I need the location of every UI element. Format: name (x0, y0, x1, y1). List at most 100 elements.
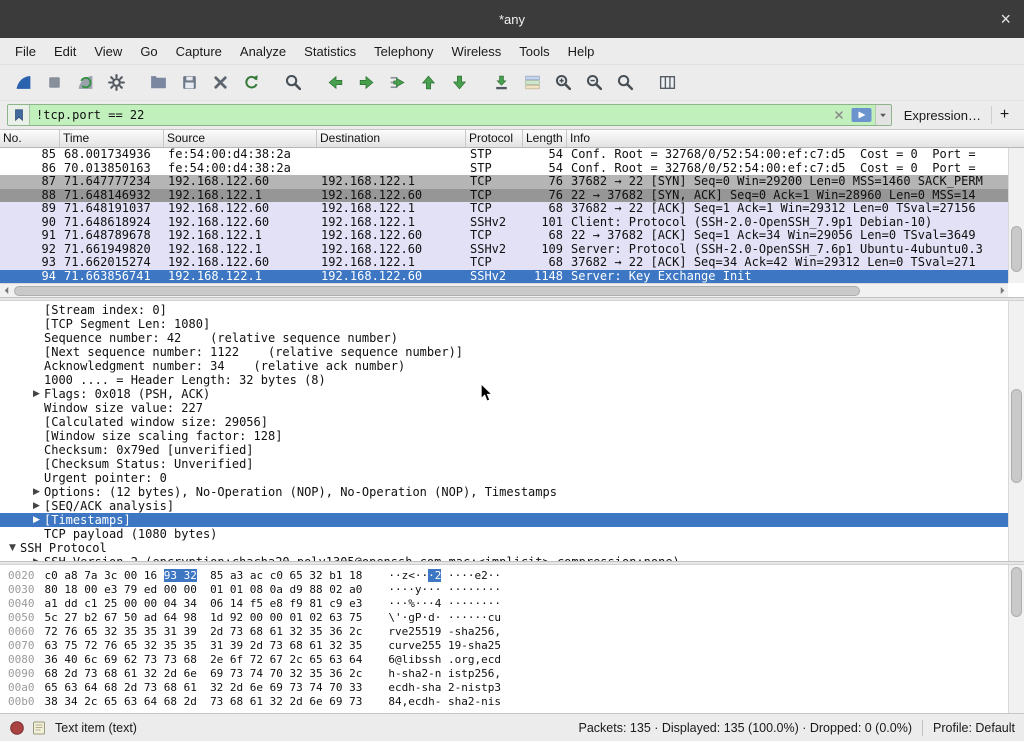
packet-row-93[interactable]: 9371.662015274192.168.122.60192.168.122.… (0, 256, 1008, 270)
detail-line[interactable]: ▶SSH Version 2 (encryption:chacha20-poly… (0, 555, 1008, 561)
expand-arrow-icon[interactable]: ▶ (29, 485, 44, 499)
packet-row-90[interactable]: 9071.648618924192.168.122.60192.168.122.… (0, 216, 1008, 230)
packet-row-91[interactable]: 9171.648789678192.168.122.1192.168.122.6… (0, 229, 1008, 243)
menu-capture[interactable]: Capture (167, 44, 231, 59)
scroll-left-arrow[interactable] (0, 286, 12, 295)
column-header-protocol[interactable]: Protocol (466, 130, 523, 147)
column-header-time[interactable]: Time (60, 130, 164, 147)
hscroll-track[interactable] (12, 286, 996, 296)
go-last-button[interactable] (444, 69, 475, 97)
capture-stop-button[interactable] (39, 69, 70, 97)
filter-add-button[interactable]: + (991, 106, 1017, 124)
packet-row-86[interactable]: 8670.013850163fe:54:00:d4:38:2aSTP54Conf… (0, 162, 1008, 176)
column-header-length[interactable]: Length (523, 130, 567, 147)
scrollbar-thumb[interactable] (14, 286, 860, 296)
file-save-button[interactable] (174, 69, 205, 97)
detail-vscrollbar[interactable] (1008, 301, 1024, 561)
go-forward-button[interactable] (351, 69, 382, 97)
column-header-destination[interactable]: Destination (317, 130, 466, 147)
expand-arrow-icon[interactable]: ▶ (29, 513, 44, 527)
detail-line[interactable]: [Next sequence number: 1122 (relative se… (0, 345, 1008, 359)
go-first-button[interactable] (413, 69, 444, 97)
file-close-button[interactable] (205, 69, 236, 97)
detail-line[interactable]: [Window size scaling factor: 128] (0, 429, 1008, 443)
detail-line[interactable]: Window size value: 227 (0, 401, 1008, 415)
detail-line[interactable]: Checksum: 0x79ed [unverified] (0, 443, 1008, 457)
hex-row[interactable]: 003080 18 00 e3 79 ed 00 00 01 01 08 0a … (8, 583, 1008, 597)
resize-columns-button[interactable] (652, 69, 683, 97)
file-reload-button[interactable] (236, 69, 267, 97)
detail-line[interactable]: TCP payload (1080 bytes) (0, 527, 1008, 541)
hex-row[interactable]: 00b038 34 2c 65 63 64 68 2d 73 68 61 32 … (8, 695, 1008, 709)
scrollbar-thumb[interactable] (1011, 567, 1022, 617)
menu-edit[interactable]: Edit (45, 44, 85, 59)
expression-button[interactable]: Expression… (904, 108, 981, 123)
filter-text[interactable]: !tcp.port == 22 (30, 108, 829, 122)
detail-line[interactable]: [Stream index: 0] (0, 303, 1008, 317)
collapse-arrow-icon[interactable]: ▼ (5, 541, 20, 555)
file-open-button[interactable] (143, 69, 174, 97)
status-profile[interactable]: Profile: Default (933, 721, 1015, 735)
hex-row[interactable]: 00a065 63 64 68 2d 73 68 61 32 2d 6e 69 … (8, 681, 1008, 695)
hex-row[interactable]: 00505c 27 b2 67 50 ad 64 98 1d 92 00 00 … (8, 611, 1008, 625)
filter-bookmark-icon[interactable] (8, 105, 30, 125)
packet-row-87[interactable]: 8771.647777234192.168.122.60192.168.122.… (0, 175, 1008, 189)
title-bar[interactable]: *any × (0, 0, 1024, 38)
detail-line[interactable]: 1000 .... = Header Length: 32 bytes (8) (0, 373, 1008, 387)
detail-line[interactable]: [Checksum Status: Unverified] (0, 457, 1008, 471)
menu-telephony[interactable]: Telephony (365, 44, 442, 59)
hex-row[interactable]: 009068 2d 73 68 61 32 2d 6e 69 73 74 70 … (8, 667, 1008, 681)
hex-row[interactable]: 0020c0 a8 7a 3c 00 16 93 32 85 a3 ac c0 … (8, 569, 1008, 583)
column-header-info[interactable]: Info (567, 130, 1008, 147)
hex-row[interactable]: 0040a1 dd c1 25 00 00 04 34 06 14 f5 e8 … (8, 597, 1008, 611)
bytes-vscrollbar[interactable] (1008, 565, 1024, 713)
expand-arrow-icon[interactable]: ▶ (29, 555, 44, 561)
display-filter-input[interactable]: !tcp.port == 22 (7, 104, 892, 126)
detail-line[interactable]: [Calculated window size: 29056] (0, 415, 1008, 429)
menu-view[interactable]: View (85, 44, 131, 59)
menu-go[interactable]: Go (131, 44, 166, 59)
filter-dropdown-caret[interactable] (875, 105, 891, 125)
detail-line[interactable]: ▶Options: (12 bytes), No-Operation (NOP)… (0, 485, 1008, 499)
hex-row[interactable]: 008036 40 6c 69 62 73 73 68 2e 6f 72 67 … (8, 653, 1008, 667)
detail-line[interactable]: ▶[SEQ/ACK analysis] (0, 499, 1008, 513)
colorize-packets-button[interactable] (517, 69, 548, 97)
detail-line[interactable]: Acknowledgment number: 34 (relative ack … (0, 359, 1008, 373)
go-to-packet-button[interactable] (382, 69, 413, 97)
zoom-out-button[interactable] (579, 69, 610, 97)
capture-start-button[interactable] (8, 69, 39, 97)
column-header-no[interactable]: No. (0, 130, 60, 147)
expand-arrow-icon[interactable]: ▶ (29, 499, 44, 513)
auto-scroll-button[interactable] (486, 69, 517, 97)
detail-line[interactable]: [TCP Segment Len: 1080] (0, 317, 1008, 331)
packet-row-94[interactable]: 9471.663856741192.168.122.1192.168.122.6… (0, 270, 1008, 284)
expand-arrow-icon[interactable]: ▶ (29, 387, 44, 401)
filter-clear-icon[interactable] (829, 109, 849, 121)
detail-line[interactable]: ▼SSH Protocol (0, 541, 1008, 555)
menu-help[interactable]: Help (559, 44, 604, 59)
detail-line[interactable]: ▶[Timestamps] (0, 513, 1008, 527)
column-header-source[interactable]: Source (164, 130, 317, 147)
hex-row[interactable]: 007063 75 72 76 65 32 35 35 31 39 2d 73 … (8, 639, 1008, 653)
packet-row-89[interactable]: 8971.648191037192.168.122.60192.168.122.… (0, 202, 1008, 216)
detail-line[interactable]: ▶Flags: 0x018 (PSH, ACK) (0, 387, 1008, 401)
find-packet-button[interactable] (278, 69, 309, 97)
capture-options-button[interactable] (101, 69, 132, 97)
window-close-button[interactable]: × (1000, 10, 1011, 28)
menu-analyze[interactable]: Analyze (231, 44, 295, 59)
packet-list-hscrollbar[interactable] (0, 283, 1008, 297)
packet-list-vscrollbar[interactable] (1008, 148, 1024, 283)
packet-row-92[interactable]: 9271.661949820192.168.122.1192.168.122.6… (0, 243, 1008, 257)
menu-file[interactable]: File (6, 44, 45, 59)
menu-wireless[interactable]: Wireless (442, 44, 510, 59)
capture-restart-button[interactable] (70, 69, 101, 97)
zoom-in-button[interactable] (548, 69, 579, 97)
packet-row-88[interactable]: 8871.648146932192.168.122.1192.168.122.6… (0, 189, 1008, 203)
menu-tools[interactable]: Tools (510, 44, 558, 59)
packet-row-85[interactable]: 8568.001734936fe:54:00:d4:38:2aSTP54Conf… (0, 148, 1008, 162)
hex-row[interactable]: 006072 76 65 32 35 35 31 39 2d 73 68 61 … (8, 625, 1008, 639)
go-back-button[interactable] (320, 69, 351, 97)
detail-line[interactable]: Sequence number: 42 (relative sequence n… (0, 331, 1008, 345)
filter-apply-button[interactable] (849, 106, 875, 124)
zoom-reset-button[interactable] (610, 69, 641, 97)
